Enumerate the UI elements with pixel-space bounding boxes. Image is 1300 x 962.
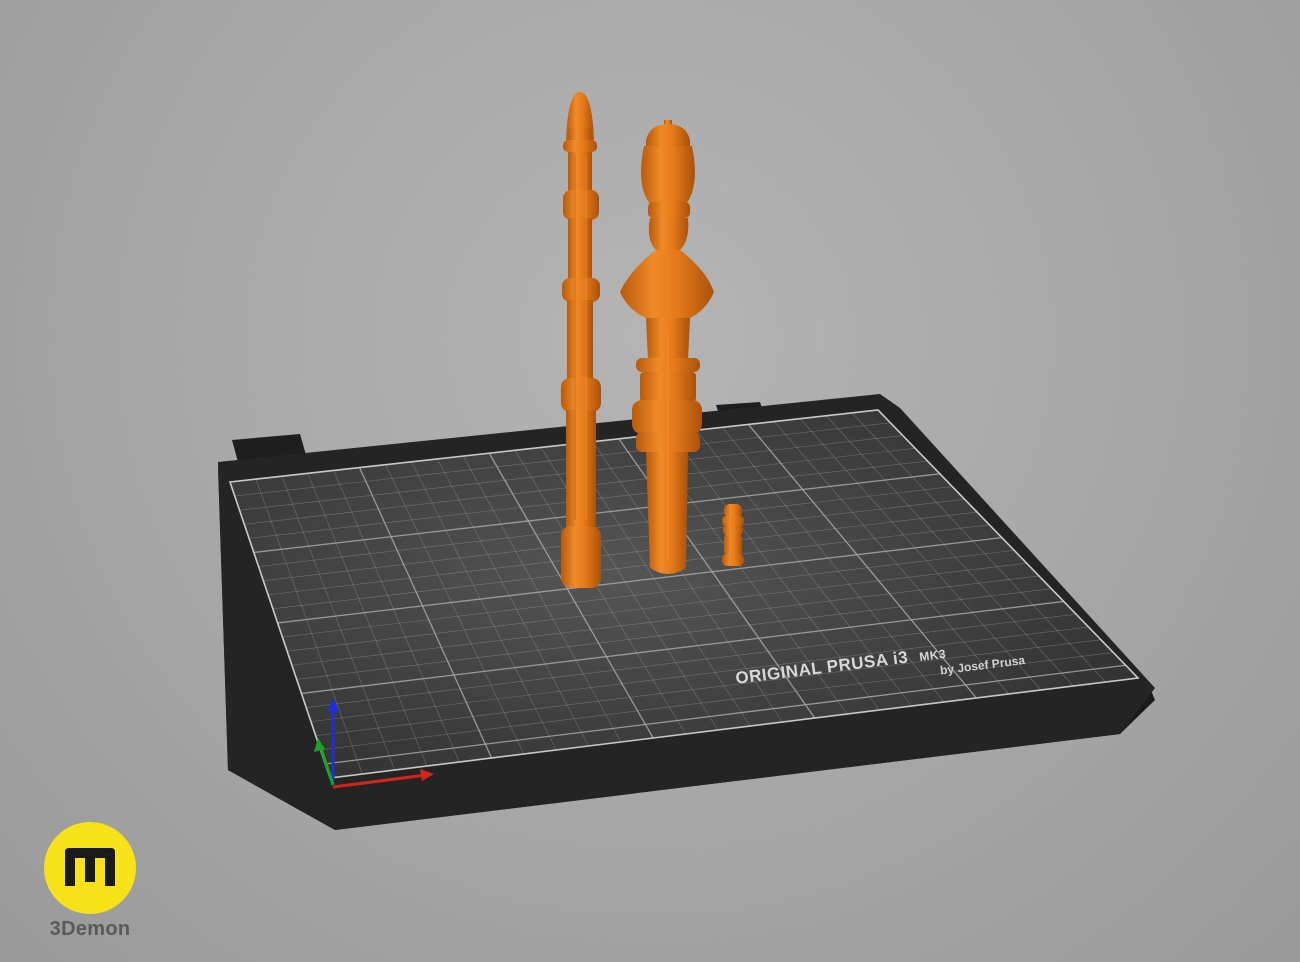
m-letter-icon bbox=[65, 848, 115, 886]
watermark-logo: 3Demon bbox=[42, 822, 138, 941]
logo-badge bbox=[44, 822, 136, 914]
object-tall-ringed-rod[interactable] bbox=[561, 92, 601, 588]
scene-canvas[interactable]: ORIGINAL PRUSA i3 MK3 by Josef Prusa bbox=[0, 0, 1300, 962]
watermark-text: 3Demon bbox=[49, 918, 131, 940]
3d-viewport[interactable]: ORIGINAL PRUSA i3 MK3 by Josef Prusa 3De… bbox=[0, 0, 1300, 962]
